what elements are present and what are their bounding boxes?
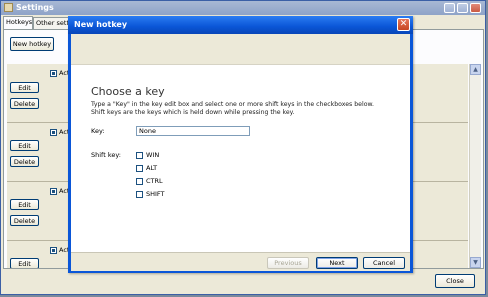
- edit-button[interactable]: Edit: [10, 258, 39, 268]
- close-window-button[interactable]: [470, 3, 481, 13]
- alt-checkbox[interactable]: [136, 165, 143, 172]
- settings-title: Settings: [16, 3, 54, 12]
- maximize-button[interactable]: [457, 3, 468, 13]
- win-label: WIN: [146, 151, 160, 159]
- scroll-down-icon[interactable]: ▼: [470, 257, 481, 268]
- active-checkbox[interactable]: [50, 129, 57, 136]
- shift-checkbox[interactable]: [136, 191, 143, 198]
- dialog-title: New hotkey: [74, 20, 128, 29]
- dialog-footer: Previous Next Cancel: [71, 252, 410, 271]
- previous-button[interactable]: Previous: [267, 257, 309, 269]
- cancel-button[interactable]: Cancel: [363, 257, 405, 269]
- active-checkbox[interactable]: [50, 188, 57, 195]
- delete-button[interactable]: Delete: [10, 156, 39, 167]
- shift-label: SHIFT: [146, 190, 165, 198]
- app-icon: [4, 3, 13, 12]
- edit-button[interactable]: Edit: [10, 140, 39, 151]
- key-input[interactable]: None: [136, 126, 250, 136]
- dialog-close-icon[interactable]: ✕: [397, 18, 410, 31]
- new-hotkey-button[interactable]: New hotkey: [10, 37, 54, 51]
- ctrl-label: CTRL: [146, 177, 163, 185]
- shift-key-label: Shift key:: [91, 151, 121, 159]
- win-checkbox[interactable]: [136, 152, 143, 159]
- dialog-description: Type a "Key" in the key edit box and sel…: [91, 101, 374, 108]
- delete-button[interactable]: Delete: [10, 215, 39, 226]
- key-label: Key:: [91, 127, 105, 135]
- ctrl-checkbox[interactable]: [136, 178, 143, 185]
- dialog-description: Shift keys are the keys which is held do…: [91, 109, 295, 116]
- vertical-scrollbar[interactable]: ▲ ▼: [469, 64, 481, 268]
- settings-titlebar: Settings: [1, 1, 485, 15]
- scroll-up-icon[interactable]: ▲: [470, 64, 481, 75]
- alt-label: ALT: [146, 164, 158, 172]
- dialog-heading: Choose a key: [91, 85, 165, 98]
- close-button[interactable]: Close: [435, 274, 475, 288]
- edit-button[interactable]: Edit: [10, 82, 39, 93]
- new-hotkey-dialog: New hotkey ✕ Choose a key Type a "Key" i…: [68, 16, 413, 273]
- tab-other-settings[interactable]: Other settin: [33, 17, 75, 29]
- edit-button[interactable]: Edit: [10, 199, 39, 210]
- tab-hotkeys[interactable]: Hotkeys: [3, 16, 33, 29]
- delete-button[interactable]: Delete: [10, 98, 39, 109]
- active-checkbox[interactable]: [50, 70, 57, 77]
- active-checkbox[interactable]: [50, 247, 57, 254]
- dialog-content: Choose a key Type a "Key" in the key edi…: [71, 65, 410, 251]
- next-button[interactable]: Next: [316, 257, 358, 269]
- dialog-titlebar: New hotkey ✕: [68, 16, 413, 34]
- minimize-button[interactable]: [444, 3, 455, 13]
- dialog-header-band: [71, 34, 410, 65]
